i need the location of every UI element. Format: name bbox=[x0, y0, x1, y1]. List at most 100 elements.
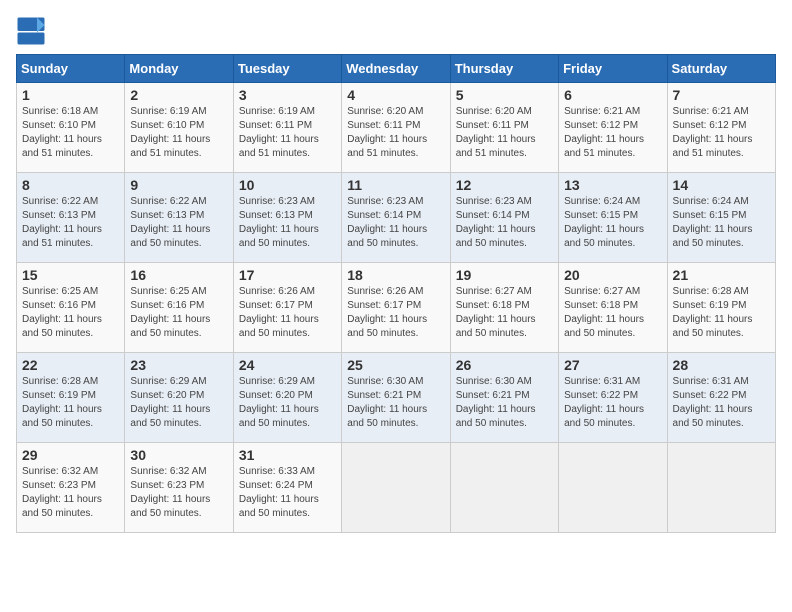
calendar-day-cell bbox=[450, 443, 558, 533]
calendar-week-row: 8 Sunrise: 6:22 AMSunset: 6:13 PMDaylight… bbox=[17, 173, 776, 263]
day-info: Sunrise: 6:22 AMSunset: 6:13 PMDaylight:… bbox=[130, 195, 227, 251]
day-number: 5 bbox=[456, 87, 553, 103]
calendar-day-cell: 19Sunrise: 6:27 AMSunset: 6:18 PMDayligh… bbox=[450, 263, 558, 353]
day-info: Sunrise: 6:21 AMSunset: 6:12 PMDaylight:… bbox=[564, 105, 661, 161]
day-number: 28 bbox=[673, 357, 770, 373]
day-number: 25 bbox=[347, 357, 444, 373]
calendar-day-cell: 24 Sunrise: 6:29 AMSunset: 6:20 PMDayligh… bbox=[233, 353, 341, 443]
logo-icon bbox=[16, 16, 46, 46]
day-info: Sunrise: 6:32 AMSunset: 6:23 PMDaylight:… bbox=[22, 465, 119, 521]
day-number: 3 bbox=[239, 87, 336, 103]
calendar-day-cell: 7 Sunrise: 6:21 AMSunset: 6:12 PMDaylight… bbox=[667, 83, 775, 173]
calendar-day-cell: 14Sunrise: 6:24 AMSunset: 6:15 PMDayligh… bbox=[667, 173, 775, 263]
day-number: 7 bbox=[673, 87, 770, 103]
day-number: 30 bbox=[130, 447, 227, 463]
day-number: 13 bbox=[564, 177, 661, 193]
day-info: Sunrise: 6:29 AMSunset: 6:20 PMDaylight:… bbox=[239, 375, 336, 431]
weekday-header: Monday bbox=[125, 55, 233, 83]
day-info: Sunrise: 6:19 AMSunset: 6:11 PMDaylight:… bbox=[239, 105, 336, 161]
day-number: 17 bbox=[239, 267, 336, 283]
weekday-header: Saturday bbox=[667, 55, 775, 83]
calendar-day-cell: 12 Sunrise: 6:23 AMSunset: 6:14 PMDayligh… bbox=[450, 173, 558, 263]
calendar-day-cell bbox=[342, 443, 450, 533]
day-info: Sunrise: 6:21 AMSunset: 6:12 PMDaylight:… bbox=[673, 105, 770, 161]
calendar-week-row: 22Sunrise: 6:28 AMSunset: 6:19 PMDayligh… bbox=[17, 353, 776, 443]
day-number: 12 bbox=[456, 177, 553, 193]
day-info: Sunrise: 6:25 AMSunset: 6:16 PMDaylight:… bbox=[130, 285, 227, 341]
calendar-day-cell: 25 Sunrise: 6:30 AMSunset: 6:21 PMDayligh… bbox=[342, 353, 450, 443]
calendar-day-cell: 17 Sunrise: 6:26 AMSunset: 6:17 PMDayligh… bbox=[233, 263, 341, 353]
calendar-day-cell: 2Sunrise: 6:19 AMSunset: 6:10 PMDaylight… bbox=[125, 83, 233, 173]
day-number: 31 bbox=[239, 447, 336, 463]
day-number: 27 bbox=[564, 357, 661, 373]
day-info: Sunrise: 6:31 AMSunset: 6:22 PMDaylight:… bbox=[673, 375, 770, 431]
calendar-day-cell: 18 Sunrise: 6:26 AMSunset: 6:17 PMDayligh… bbox=[342, 263, 450, 353]
day-number: 26 bbox=[456, 357, 553, 373]
day-number: 10 bbox=[239, 177, 336, 193]
calendar-day-cell: 20 Sunrise: 6:27 AMSunset: 6:18 PMDayligh… bbox=[559, 263, 667, 353]
day-info: Sunrise: 6:20 AMSunset: 6:11 PMDaylight:… bbox=[456, 105, 553, 161]
day-info: Sunrise: 6:32 AMSunset: 6:23 PMDaylight:… bbox=[130, 465, 227, 521]
day-number: 29 bbox=[22, 447, 119, 463]
calendar-week-row: 1Sunrise: 6:18 AMSunset: 6:10 PMDaylight… bbox=[17, 83, 776, 173]
day-number: 8 bbox=[22, 177, 119, 193]
day-number: 23 bbox=[130, 357, 227, 373]
calendar-day-cell: 10 Sunrise: 6:23 AMSunset: 6:13 PMDayligh… bbox=[233, 173, 341, 263]
calendar-day-cell: 4 Sunrise: 6:20 AMSunset: 6:11 PMDaylight… bbox=[342, 83, 450, 173]
day-info: Sunrise: 6:31 AMSunset: 6:22 PMDaylight:… bbox=[564, 375, 661, 431]
logo bbox=[16, 16, 50, 46]
day-info: Sunrise: 6:20 AMSunset: 6:11 PMDaylight:… bbox=[347, 105, 444, 161]
day-info: Sunrise: 6:33 AMSunset: 6:24 PMDaylight:… bbox=[239, 465, 336, 521]
weekday-header: Tuesday bbox=[233, 55, 341, 83]
day-info: Sunrise: 6:28 AMSunset: 6:19 PMDaylight:… bbox=[22, 375, 119, 431]
day-info: Sunrise: 6:22 AMSunset: 6:13 PMDaylight:… bbox=[22, 195, 119, 251]
day-info: Sunrise: 6:28 AMSunset: 6:19 PMDaylight:… bbox=[673, 285, 770, 341]
calendar-day-cell: 22Sunrise: 6:28 AMSunset: 6:19 PMDayligh… bbox=[17, 353, 125, 443]
day-info: Sunrise: 6:27 AMSunset: 6:18 PMDaylight:… bbox=[564, 285, 661, 341]
day-number: 16 bbox=[130, 267, 227, 283]
calendar-week-row: 29 Sunrise: 6:32 AMSunset: 6:23 PMDayligh… bbox=[17, 443, 776, 533]
calendar-day-cell bbox=[559, 443, 667, 533]
day-number: 24 bbox=[239, 357, 336, 373]
weekday-header: Thursday bbox=[450, 55, 558, 83]
calendar-day-cell: 13Sunrise: 6:24 AMSunset: 6:15 PMDayligh… bbox=[559, 173, 667, 263]
day-number: 15 bbox=[22, 267, 119, 283]
day-info: Sunrise: 6:29 AMSunset: 6:20 PMDaylight:… bbox=[130, 375, 227, 431]
day-info: Sunrise: 6:25 AMSunset: 6:16 PMDaylight:… bbox=[22, 285, 119, 341]
day-info: Sunrise: 6:30 AMSunset: 6:21 PMDaylight:… bbox=[347, 375, 444, 431]
weekday-header: Friday bbox=[559, 55, 667, 83]
day-info: Sunrise: 6:23 AMSunset: 6:14 PMDaylight:… bbox=[347, 195, 444, 251]
calendar-table: SundayMondayTuesdayWednesdayThursdayFrid… bbox=[16, 54, 776, 533]
calendar-day-cell: 29 Sunrise: 6:32 AMSunset: 6:23 PMDayligh… bbox=[17, 443, 125, 533]
day-info: Sunrise: 6:19 AMSunset: 6:10 PMDaylight:… bbox=[130, 105, 227, 161]
day-number: 18 bbox=[347, 267, 444, 283]
day-info: Sunrise: 6:23 AMSunset: 6:13 PMDaylight:… bbox=[239, 195, 336, 251]
calendar-week-row: 15 Sunrise: 6:25 AMSunset: 6:16 PMDayligh… bbox=[17, 263, 776, 353]
day-number: 20 bbox=[564, 267, 661, 283]
day-number: 11 bbox=[347, 177, 444, 193]
day-info: Sunrise: 6:24 AMSunset: 6:15 PMDaylight:… bbox=[673, 195, 770, 251]
calendar-day-cell: 8 Sunrise: 6:22 AMSunset: 6:13 PMDaylight… bbox=[17, 173, 125, 263]
day-info: Sunrise: 6:26 AMSunset: 6:17 PMDaylight:… bbox=[347, 285, 444, 341]
calendar-day-cell: 21 Sunrise: 6:28 AMSunset: 6:19 PMDayligh… bbox=[667, 263, 775, 353]
day-number: 4 bbox=[347, 87, 444, 103]
day-number: 1 bbox=[22, 87, 119, 103]
calendar-day-cell: 23 Sunrise: 6:29 AMSunset: 6:20 PMDayligh… bbox=[125, 353, 233, 443]
calendar-day-cell: 3 Sunrise: 6:19 AMSunset: 6:11 PMDaylight… bbox=[233, 83, 341, 173]
calendar-day-cell: 11 Sunrise: 6:23 AMSunset: 6:14 PMDayligh… bbox=[342, 173, 450, 263]
day-number: 21 bbox=[673, 267, 770, 283]
calendar-day-cell: 27 Sunrise: 6:31 AMSunset: 6:22 PMDayligh… bbox=[559, 353, 667, 443]
day-info: Sunrise: 6:23 AMSunset: 6:14 PMDaylight:… bbox=[456, 195, 553, 251]
calendar-day-cell: 6 Sunrise: 6:21 AMSunset: 6:12 PMDaylight… bbox=[559, 83, 667, 173]
calendar-day-cell: 9 Sunrise: 6:22 AMSunset: 6:13 PMDaylight… bbox=[125, 173, 233, 263]
calendar-day-cell: 28 Sunrise: 6:31 AMSunset: 6:22 PMDayligh… bbox=[667, 353, 775, 443]
calendar-day-cell: 15 Sunrise: 6:25 AMSunset: 6:16 PMDayligh… bbox=[17, 263, 125, 353]
calendar-day-cell: 1Sunrise: 6:18 AMSunset: 6:10 PMDaylight… bbox=[17, 83, 125, 173]
header-row: SundayMondayTuesdayWednesdayThursdayFrid… bbox=[17, 55, 776, 83]
day-info: Sunrise: 6:26 AMSunset: 6:17 PMDaylight:… bbox=[239, 285, 336, 341]
day-info: Sunrise: 6:30 AMSunset: 6:21 PMDaylight:… bbox=[456, 375, 553, 431]
calendar-day-cell: 26 Sunrise: 6:30 AMSunset: 6:21 PMDayligh… bbox=[450, 353, 558, 443]
day-number: 6 bbox=[564, 87, 661, 103]
calendar-day-cell bbox=[667, 443, 775, 533]
day-number: 9 bbox=[130, 177, 227, 193]
